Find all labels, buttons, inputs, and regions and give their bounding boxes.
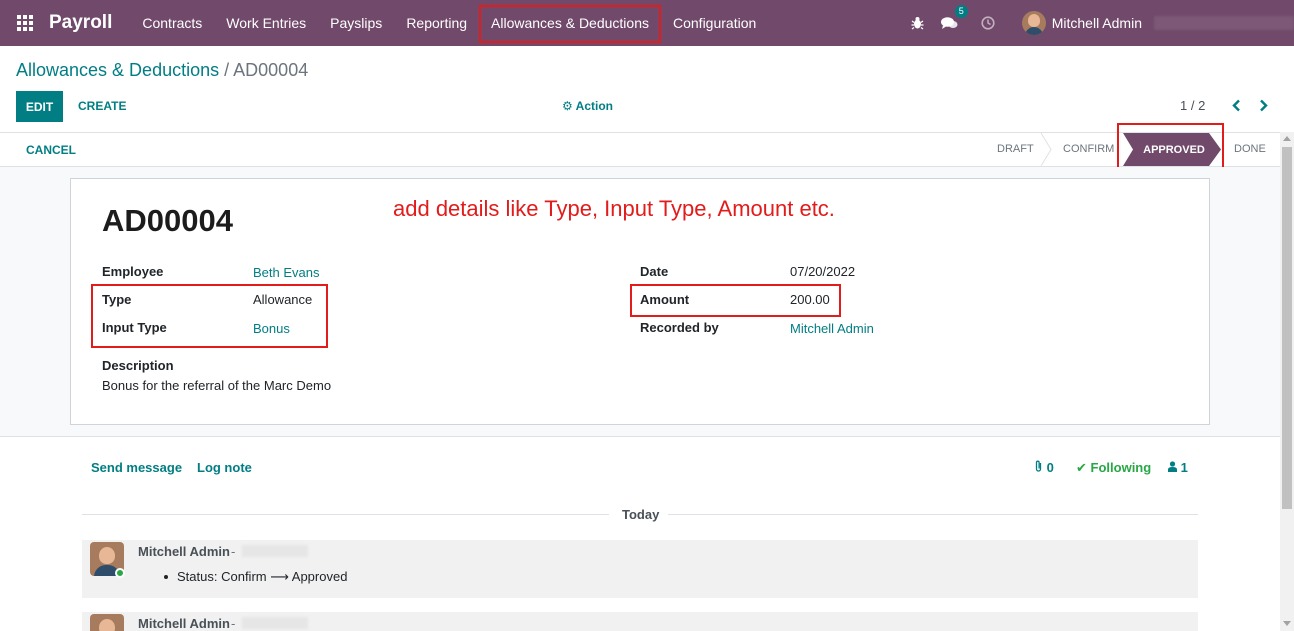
stage-draft[interactable]: DRAFT	[997, 143, 1034, 155]
date-divider-right	[668, 514, 1198, 515]
user-avatar	[1021, 11, 1046, 35]
action-menu-button[interactable]: ⚙ Action	[562, 99, 613, 113]
check-icon: ✔	[1076, 460, 1087, 475]
user-name: Mitchell Admin	[1051, 15, 1142, 31]
message-author[interactable]: Mitchell Admin	[138, 616, 230, 631]
systray: 5 Mitchell Admin	[902, 0, 1294, 46]
followers-count: 1	[1180, 460, 1188, 475]
bug-icon[interactable]	[908, 13, 928, 33]
pager-value[interactable]: 1 / 2	[1180, 98, 1205, 113]
message-dash: -	[231, 616, 236, 631]
send-message-button[interactable]: Send message	[91, 460, 182, 475]
menu-payslips[interactable]: Payslips	[318, 0, 394, 46]
stage-done[interactable]: DONE	[1234, 143, 1266, 155]
date-separator: Today	[622, 507, 660, 522]
date-divider-left	[82, 514, 609, 515]
following-button[interactable]: ✔ Following	[1076, 460, 1151, 476]
pager-next-icon[interactable]	[1256, 96, 1270, 114]
message-body: Status: Confirm ⟶ Approved	[177, 569, 347, 585]
record-reference: AD00004	[102, 203, 233, 238]
status-prefix: Status:	[177, 569, 218, 584]
menu-reporting[interactable]: Reporting	[394, 0, 479, 46]
scroll-thumb[interactable]	[1282, 147, 1292, 509]
recorded-by-label: Recorded by	[640, 320, 719, 335]
clock-icon[interactable]	[978, 13, 998, 33]
menu-allowances-deductions[interactable]: Allowances & Deductions	[479, 0, 661, 46]
page-scrollbar[interactable]	[1280, 132, 1294, 631]
user-menu[interactable]: Mitchell Admin	[1021, 11, 1294, 35]
status-from: Confirm	[221, 569, 267, 584]
annotation-text: add details like Type, Input Type, Amoun…	[393, 196, 835, 221]
user-icon	[1168, 460, 1181, 475]
highlight-amount-field	[630, 284, 841, 317]
breadcrumb-parent[interactable]: Allowances & Deductions	[16, 60, 219, 80]
scroll-down-arrow-icon[interactable]	[1283, 621, 1291, 626]
menu-work-entries[interactable]: Work Entries	[214, 0, 318, 46]
followers-button[interactable]: 1	[1168, 460, 1188, 475]
attachments-count: 0	[1046, 460, 1054, 475]
description-label: Description	[102, 358, 174, 373]
breadcrumb: Allowances & Deductions / AD00004	[16, 60, 308, 81]
message-author[interactable]: Mitchell Admin	[138, 544, 230, 559]
date-label: Date	[640, 264, 669, 279]
top-navbar: Payroll Contracts Work Entries Payslips …	[0, 0, 1294, 46]
stage-confirm[interactable]: CONFIRM	[1063, 143, 1114, 155]
paperclip-icon	[1034, 460, 1047, 475]
status-to: Approved	[291, 569, 348, 584]
attachments-button[interactable]: 0	[1034, 460, 1054, 475]
chat-bubbles-icon[interactable]: 5	[940, 5, 968, 33]
redacted-date	[242, 617, 308, 629]
online-status-icon	[115, 568, 125, 578]
breadcrumb-separator: /	[224, 60, 230, 80]
following-label: Following	[1090, 460, 1152, 475]
scroll-up-arrow-icon[interactable]	[1283, 136, 1291, 141]
cancel-button[interactable]: CANCEL	[26, 143, 76, 157]
highlight-type-fields	[91, 284, 328, 348]
redacted-company	[1154, 16, 1294, 30]
action-label: Action	[575, 99, 613, 113]
description-value: Bonus for the referral of the Marc Demo	[102, 378, 332, 393]
date-value: 07/20/2022	[790, 264, 856, 279]
message-dash: -	[231, 544, 236, 559]
log-note-button[interactable]: Log note	[197, 460, 252, 475]
breadcrumb-current: AD00004	[233, 60, 309, 80]
recorded-by-value[interactable]: Mitchell Admin	[790, 321, 874, 336]
bullet-icon	[164, 575, 168, 579]
create-button[interactable]: CREATE	[78, 99, 126, 113]
employee-value[interactable]: Beth Evans	[253, 265, 320, 280]
author-avatar[interactable]	[90, 614, 124, 631]
pager-previous-icon[interactable]	[1229, 96, 1243, 114]
redacted-date	[242, 545, 308, 557]
menu-contracts[interactable]: Contracts	[130, 0, 214, 46]
apps-grid-icon[interactable]	[17, 15, 33, 31]
stage-separator-icon	[1040, 133, 1052, 166]
employee-label: Employee	[102, 264, 164, 279]
form-statusbar: CANCEL DRAFT CONFIRM APPROVED DONE	[0, 132, 1280, 167]
menu-configuration[interactable]: Configuration	[661, 0, 768, 46]
app-brand[interactable]: Payroll	[49, 12, 112, 34]
messages-badge: 5	[954, 5, 968, 18]
edit-button[interactable]: EDIT	[16, 91, 63, 122]
chatter-message: Mitchell Admin -	[82, 612, 1198, 631]
gear-icon: ⚙	[562, 99, 573, 113]
chatter-message: Mitchell Admin - Status: Confirm ⟶ Appro…	[82, 540, 1198, 598]
arrow-right-icon: ⟶	[270, 569, 289, 584]
